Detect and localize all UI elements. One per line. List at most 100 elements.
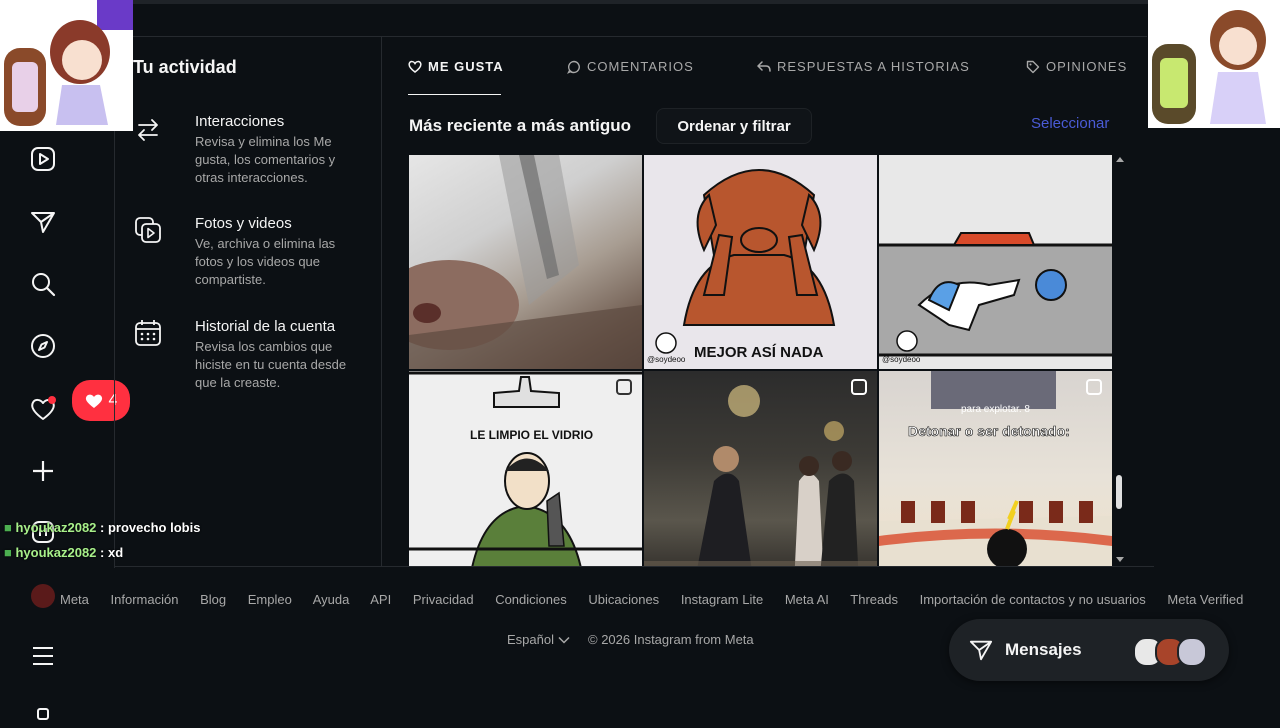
- footer-link[interactable]: Ayuda: [313, 592, 350, 607]
- tab-label: ME GUSTA: [428, 59, 504, 74]
- chat-text: : provecho lobis: [96, 520, 201, 535]
- post-thumbnail: [879, 371, 1112, 566]
- explore-compass-icon[interactable]: [29, 332, 57, 360]
- chat-message: ■ hyoukaz2082 : provecho lobis: [4, 520, 200, 535]
- footer-link[interactable]: Condiciones: [495, 592, 567, 607]
- activity-item-label: Historial de la cuenta: [195, 318, 336, 335]
- stream-overlay-image: [1148, 0, 1280, 128]
- grid-item[interactable]: [644, 371, 877, 566]
- meme-caption: LE LIMPIO EL VIDRIO: [470, 428, 594, 442]
- activity-item-photos[interactable]: Fotos y videos Ve, archiva o elimina las…: [133, 215, 373, 295]
- meme-caption: MEJOR ASÍ NADA: [694, 344, 824, 361]
- tab-label: RESPUESTAS A HISTORIAS: [777, 59, 970, 74]
- heart-icon[interactable]: [29, 395, 57, 423]
- language-label: Español: [507, 632, 554, 647]
- liked-posts-grid: MEJOR ASÍ NADA @soydeoo @soydeoo LE LIMP…: [409, 155, 1113, 566]
- grid-item[interactable]: LE LIMPIO EL VIDRIO: [409, 371, 642, 566]
- menu-icon[interactable]: [29, 642, 57, 670]
- activity-item-desc: Revisa los cambios que hiciste en tu cue…: [195, 339, 347, 390]
- comment-icon: [567, 60, 580, 74]
- post-thumbnail: [655, 169, 836, 354]
- calendar-icon: [133, 318, 163, 348]
- messages-button[interactable]: Mensajes: [949, 619, 1229, 681]
- tag-icon: [1026, 60, 1040, 73]
- post-thumbnail: [879, 232, 1112, 357]
- heart-filled-icon: [85, 394, 102, 408]
- watermark-text: @soydeoo: [647, 355, 686, 364]
- reel-icon: [851, 379, 867, 395]
- meme-caption: Detonar o ser detonado:: [908, 423, 1070, 440]
- grid-item[interactable]: para explotar. 8 Detonar o ser detonado:: [879, 371, 1112, 566]
- messages-label: Mensajes: [1005, 640, 1082, 659]
- footer-link[interactable]: Instagram Lite: [681, 592, 763, 607]
- post-thumbnail: [409, 155, 642, 369]
- footer-link[interactable]: Threads: [850, 592, 898, 607]
- window-top-strip: [0, 0, 1280, 4]
- video-subtitle: para explotar. 8: [961, 404, 1030, 415]
- page-title: Tu actividad: [133, 57, 237, 77]
- footer-link[interactable]: Empleo: [248, 592, 292, 607]
- sort-filter-button[interactable]: Ordenar y filtrar: [656, 108, 812, 144]
- send-icon[interactable]: [29, 208, 57, 236]
- post-thumbnail: [409, 371, 642, 566]
- sort-order-label: Más reciente a más antiguo: [409, 116, 632, 135]
- grid-scrollbar[interactable]: [1114, 155, 1126, 566]
- activity-item-label: Fotos y videos: [195, 215, 292, 232]
- activity-item-label: Interacciones: [195, 113, 285, 130]
- chat-message: ■ hyoukaz2082 : xd: [4, 545, 123, 560]
- tab-comments[interactable]: COMENTARIOS: [567, 59, 694, 74]
- reply-arrow-icon: [757, 61, 771, 72]
- chat-badge-icon: ■: [4, 520, 12, 535]
- language-select[interactable]: Español: [507, 632, 570, 647]
- active-tab-indicator: [408, 94, 501, 95]
- watermark-text: @soydeoo: [882, 355, 921, 364]
- anime-character-image: [1152, 10, 1266, 124]
- tab-label: COMENTARIOS: [587, 59, 694, 74]
- stream-overlay-image: [0, 0, 133, 131]
- tab-likes[interactable]: ME GUSTA: [408, 59, 504, 74]
- chat-user: hyoukaz2082: [15, 520, 97, 535]
- anime-character-image: [4, 0, 133, 126]
- photos-videos-icon: [133, 215, 163, 245]
- footer-link[interactable]: Meta: [60, 592, 89, 607]
- chevron-down-icon: [558, 636, 570, 644]
- heart-outline-icon: [408, 60, 422, 73]
- reels-icon[interactable]: [29, 145, 57, 173]
- grid-item[interactable]: [409, 155, 642, 369]
- tab-label: OPINIONES: [1046, 59, 1128, 74]
- footer-link[interactable]: Información: [111, 592, 179, 607]
- grid-item[interactable]: MEJOR ASÍ NADA @soydeoo: [644, 155, 877, 369]
- search-icon[interactable]: [29, 270, 57, 298]
- chat-badge-icon: ■: [4, 545, 12, 560]
- chat-text: : xd: [96, 545, 124, 560]
- footer-link[interactable]: Ubicaciones: [588, 592, 659, 607]
- notification-badge[interactable]: 4: [72, 380, 130, 421]
- footer-link[interactable]: Privacidad: [413, 592, 474, 607]
- chat-user: hyoukaz2082: [15, 545, 97, 560]
- scrollbar-thumb[interactable]: [1116, 475, 1122, 509]
- footer-links: Meta Información Blog Empleo Ayuda API P…: [60, 592, 1243, 607]
- select-button[interactable]: Seleccionar: [1031, 115, 1109, 132]
- activity-item-history[interactable]: Historial de la cuenta Revisa los cambio…: [133, 318, 373, 398]
- panel-divider: [381, 37, 382, 567]
- avatar: [31, 584, 55, 608]
- avatar: [1177, 637, 1207, 667]
- footer-link[interactable]: API: [370, 592, 391, 607]
- activity-item-interactions[interactable]: Interacciones Revisa y elimina los Me gu…: [133, 113, 373, 193]
- footer-link[interactable]: Blog: [200, 592, 226, 607]
- square-icon[interactable]: [29, 700, 57, 728]
- activity-tabs: ME GUSTA COMENTARIOS RESPUESTAS A HISTOR…: [383, 37, 1147, 95]
- copyright: © 2026 Instagram from Meta: [588, 632, 754, 647]
- post-thumbnail: [644, 385, 877, 566]
- notification-count: 4: [108, 391, 118, 409]
- grid-item[interactable]: @soydeoo: [879, 155, 1112, 369]
- interactions-arrows-icon: [133, 115, 163, 145]
- footer-link[interactable]: Meta Verified: [1167, 592, 1243, 607]
- tab-reviews[interactable]: OPINIONES: [1026, 59, 1127, 74]
- tab-story-replies[interactable]: RESPUESTAS A HISTORIAS: [757, 59, 970, 74]
- footer-link[interactable]: Importación de contactos y no usuarios: [920, 592, 1146, 607]
- reel-icon: [616, 379, 632, 395]
- footer-link[interactable]: Meta AI: [785, 592, 829, 607]
- send-icon: [969, 640, 993, 661]
- create-plus-icon[interactable]: [29, 457, 57, 485]
